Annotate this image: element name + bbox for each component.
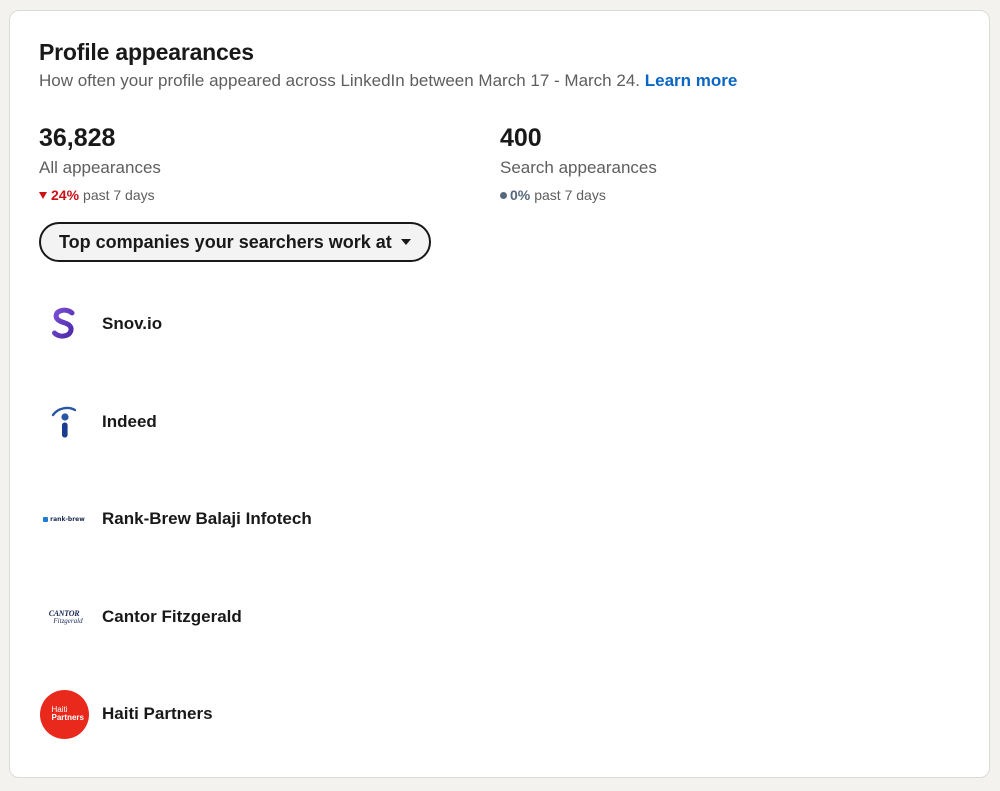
profile-appearances-card: Profile appearances How often your profi…: [9, 10, 990, 778]
company-item-indeed[interactable]: Indeed: [39, 397, 639, 447]
company-name: Haiti Partners: [102, 704, 213, 723]
trend-period: past 7 days: [83, 187, 155, 203]
subtitle-text: How often your profile appeared across L…: [39, 71, 640, 90]
stat-trend: 0% past 7 days: [500, 186, 900, 204]
learn-more-link[interactable]: Learn more: [645, 71, 738, 90]
company-name: Rank-Brew Balaji Infotech: [102, 509, 312, 528]
company-item-snov[interactable]: Snov.io: [39, 299, 639, 349]
card-title: Profile appearances: [39, 39, 254, 65]
search-appearances-stat[interactable]: 400 Search appearances 0% past 7 days: [500, 123, 900, 204]
card-subtitle: How often your profile appeared across L…: [39, 71, 737, 91]
haiti-partners-logo-icon: Haiti Partners: [39, 689, 89, 739]
cantor-logo-icon: CANTOR Fitzgerald: [39, 592, 89, 642]
indeed-logo-icon: [39, 397, 89, 447]
company-item-cantor[interactable]: CANTOR Fitzgerald Cantor Fitzgerald: [39, 592, 639, 642]
trend-percent: 24%: [51, 187, 80, 203]
stat-trend: 24% past 7 days: [39, 186, 439, 204]
stat-label: All appearances: [39, 158, 161, 177]
cantor-logo-text-bottom: Fitzgerald: [53, 616, 83, 625]
rank-brew-logo-icon: rank-brew: [39, 494, 89, 544]
company-item-haiti-partners[interactable]: Haiti Partners Haiti Partners: [39, 689, 639, 739]
company-name: Snov.io: [102, 314, 163, 333]
all-appearances-stat[interactable]: 36,828 All appearances 24% past 7 days: [39, 123, 439, 204]
haiti-logo-text-bottom: Partners: [51, 713, 84, 722]
dropdown-label: Top companies your searchers work at: [59, 231, 392, 252]
stat-value: 400: [500, 124, 542, 152]
stat-value: 36,828: [39, 124, 116, 152]
stat-label: Search appearances: [500, 158, 657, 177]
trend-period: past 7 days: [534, 187, 606, 203]
rank-brew-logo-text: rank-brew: [50, 515, 85, 523]
trend-down-icon: [39, 192, 47, 199]
top-companies-dropdown[interactable]: Top companies your searchers work at: [39, 222, 431, 262]
trend-neutral-icon: [500, 191, 507, 199]
snov-logo-icon: [39, 299, 89, 349]
trend-percent: 0%: [510, 187, 531, 203]
company-item-rank-brew[interactable]: rank-brew Rank-Brew Balaji Infotech: [39, 494, 639, 544]
company-name: Indeed: [102, 412, 157, 431]
company-name: Cantor Fitzgerald: [102, 607, 242, 626]
caret-down-icon: [400, 239, 411, 245]
